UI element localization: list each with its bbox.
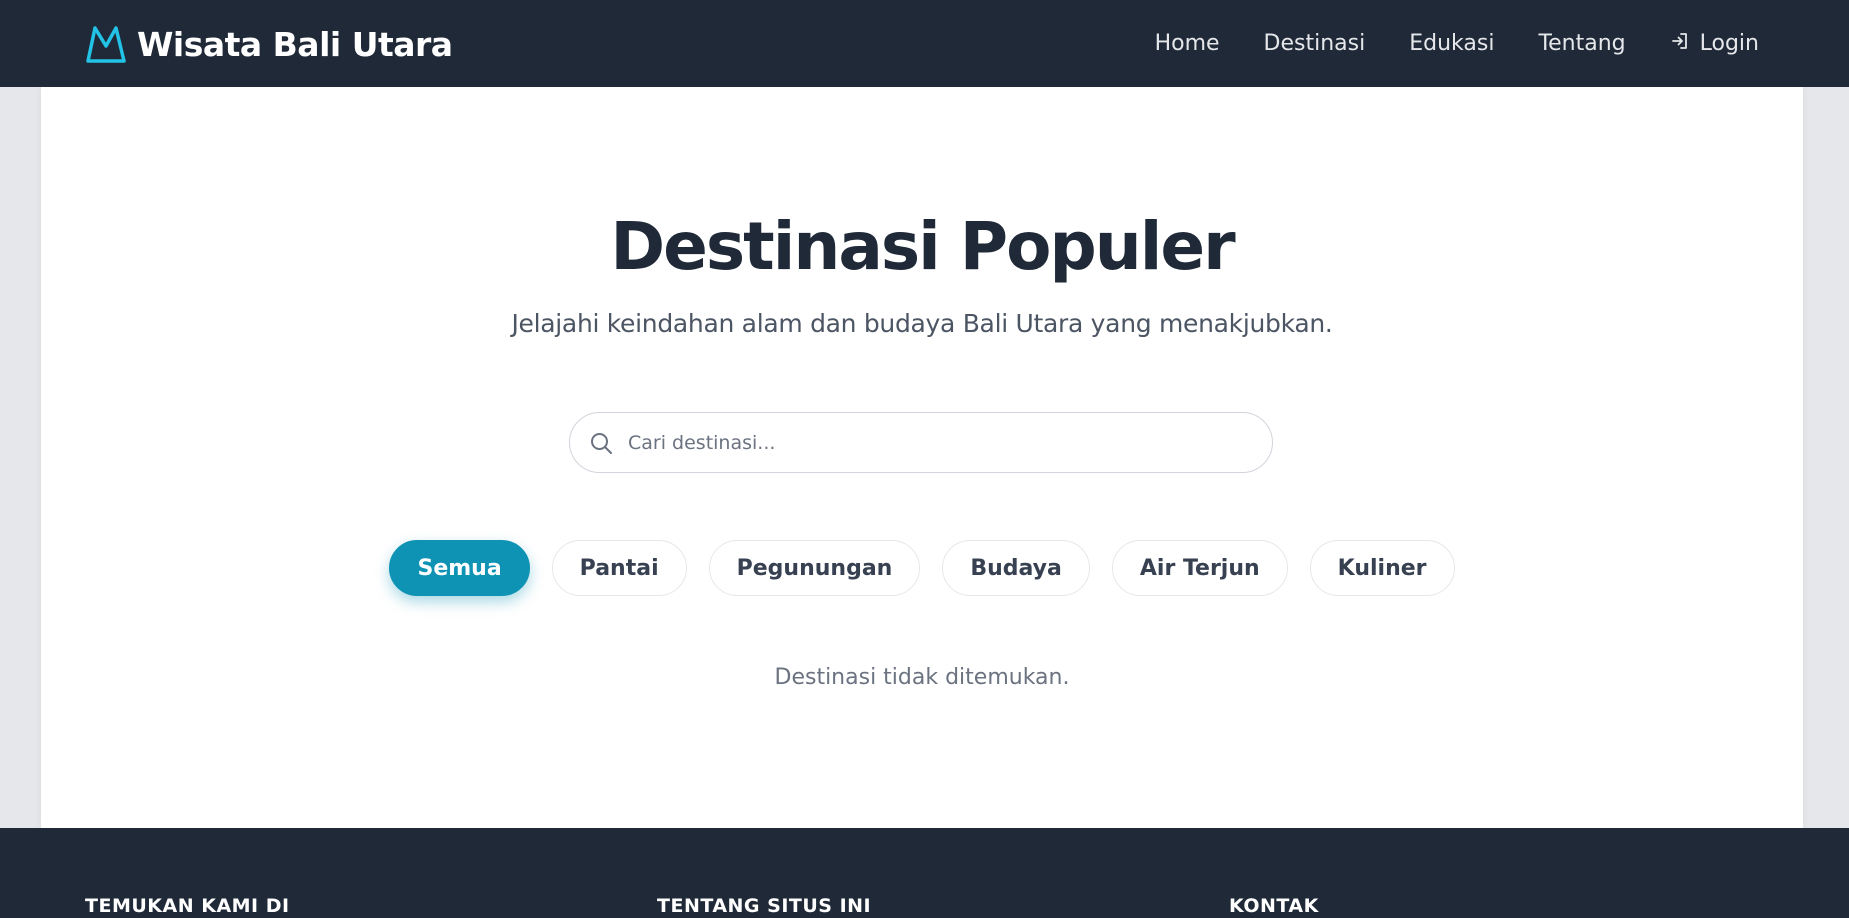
filter-pantai[interactable]: Pantai: [551, 540, 687, 596]
nav-tentang-link[interactable]: Tentang: [1538, 31, 1625, 56]
nav-home-link[interactable]: Home: [1155, 31, 1220, 56]
brand-link[interactable]: Wisata Bali Utara: [85, 22, 453, 66]
footer-heading-about: TENTANG SITUS INI: [657, 895, 872, 917]
footer-heading-contact: KONTAK: [1229, 895, 1319, 917]
category-filters: Semua Pantai Pegunungan Budaya Air Terju…: [41, 540, 1803, 596]
filter-budaya[interactable]: Budaya: [942, 540, 1090, 596]
search-bar: [569, 412, 1273, 473]
main-nav: Home Destinasi Edukasi Tentang Login: [1155, 0, 1759, 87]
filter-kuliner[interactable]: Kuliner: [1309, 540, 1455, 596]
mountain-icon: [85, 24, 127, 64]
nav-destinasi-link[interactable]: Destinasi: [1264, 31, 1366, 56]
destinations-section: Destinasi Populer Jelajahi keindahan ala…: [41, 87, 1803, 828]
filter-pegunungan[interactable]: Pegunungan: [708, 540, 921, 596]
login-label: Login: [1699, 31, 1759, 56]
login-button[interactable]: Login: [1670, 31, 1759, 57]
navbar: Wisata Bali Utara Home Destinasi Edukasi…: [0, 0, 1849, 87]
filter-semua[interactable]: Semua: [389, 540, 530, 596]
brand-name: Wisata Bali Utara: [137, 24, 453, 64]
login-arrow-icon: [1670, 31, 1690, 57]
nav-edukasi-link[interactable]: Edukasi: [1409, 31, 1494, 56]
footer: TEMUKAN KAMI DI TENTANG SITUS INI KONTAK: [0, 828, 1849, 918]
footer-heading-find-us: TEMUKAN KAMI DI: [85, 895, 290, 917]
filter-air-terjun[interactable]: Air Terjun: [1111, 540, 1288, 596]
page-title: Destinasi Populer: [610, 208, 1235, 285]
search-input[interactable]: [626, 430, 1230, 455]
empty-state-message: Destinasi tidak ditemukan.: [774, 665, 1070, 690]
search-icon: [588, 430, 614, 456]
page-subtitle: Jelajahi keindahan alam dan budaya Bali …: [511, 309, 1333, 338]
